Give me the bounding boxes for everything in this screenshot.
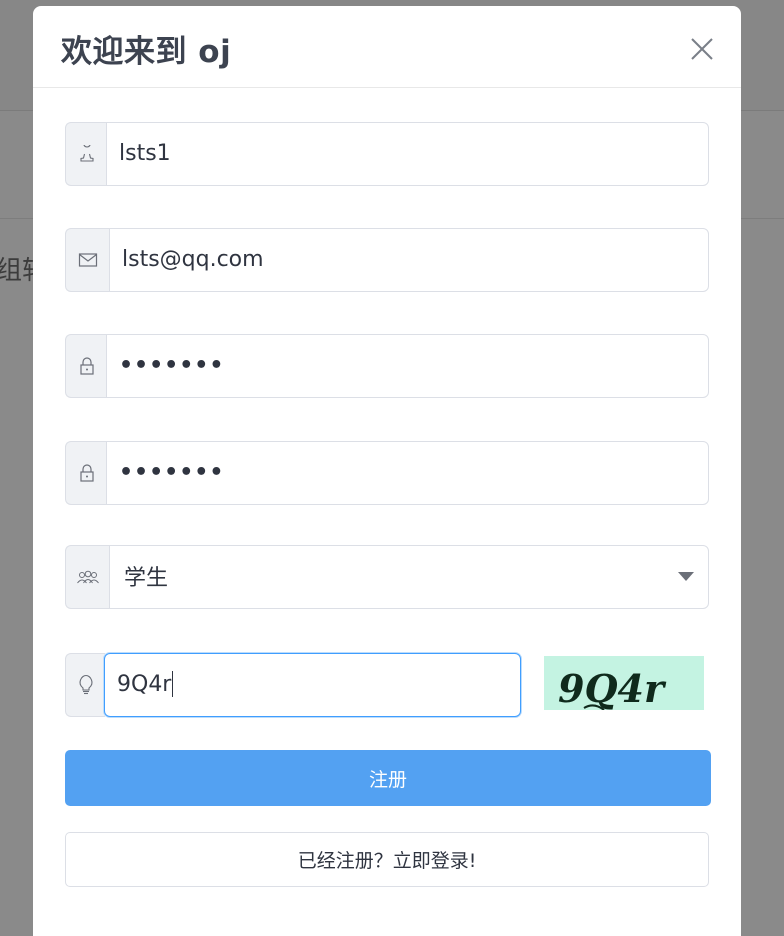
close-icon[interactable] bbox=[687, 34, 717, 64]
dialog-title: 欢迎来到 oj bbox=[61, 34, 232, 70]
captcha-field: 9Q4r bbox=[65, 653, 521, 717]
email-field: lsts@qq.com bbox=[65, 228, 709, 292]
captcha-image[interactable]: 9Q4r bbox=[544, 656, 704, 710]
go-login-button[interactable]: 已经注册？立即登录! bbox=[65, 832, 709, 887]
role-selected-value: 学生 bbox=[124, 566, 169, 591]
user-icon bbox=[65, 122, 107, 186]
username-value: lsts1 bbox=[119, 140, 171, 166]
username-field: lsts1 bbox=[65, 122, 709, 186]
username-input[interactable] bbox=[106, 122, 709, 186]
register-button[interactable]: 注册 bbox=[65, 750, 711, 806]
confirm-password-field: ••••••• bbox=[65, 441, 709, 505]
mail-icon bbox=[65, 228, 110, 292]
confirm-password-value: ••••••• bbox=[119, 459, 225, 485]
dialog-header: 欢迎来到 oj bbox=[33, 6, 741, 88]
password-value: ••••••• bbox=[119, 352, 225, 378]
users-icon bbox=[65, 545, 110, 609]
email-value: lsts@qq.com bbox=[122, 246, 264, 272]
text-cursor bbox=[172, 671, 174, 697]
captcha-image-text: 9Q4r bbox=[558, 666, 667, 710]
captcha-value-wrap: 9Q4r bbox=[117, 653, 174, 715]
register-dialog: 欢迎来到 oj lsts1 lsts@qq.com ••••••• ••••••… bbox=[33, 6, 741, 936]
lock-icon bbox=[65, 334, 107, 398]
lock-icon bbox=[65, 441, 107, 505]
password-field: ••••••• bbox=[65, 334, 709, 398]
role-select[interactable] bbox=[109, 545, 709, 609]
role-field: 学生 bbox=[65, 545, 709, 609]
caret-down-icon[interactable] bbox=[678, 572, 694, 581]
lightbulb-icon bbox=[65, 653, 105, 717]
captcha-value: 9Q4r bbox=[117, 671, 172, 697]
